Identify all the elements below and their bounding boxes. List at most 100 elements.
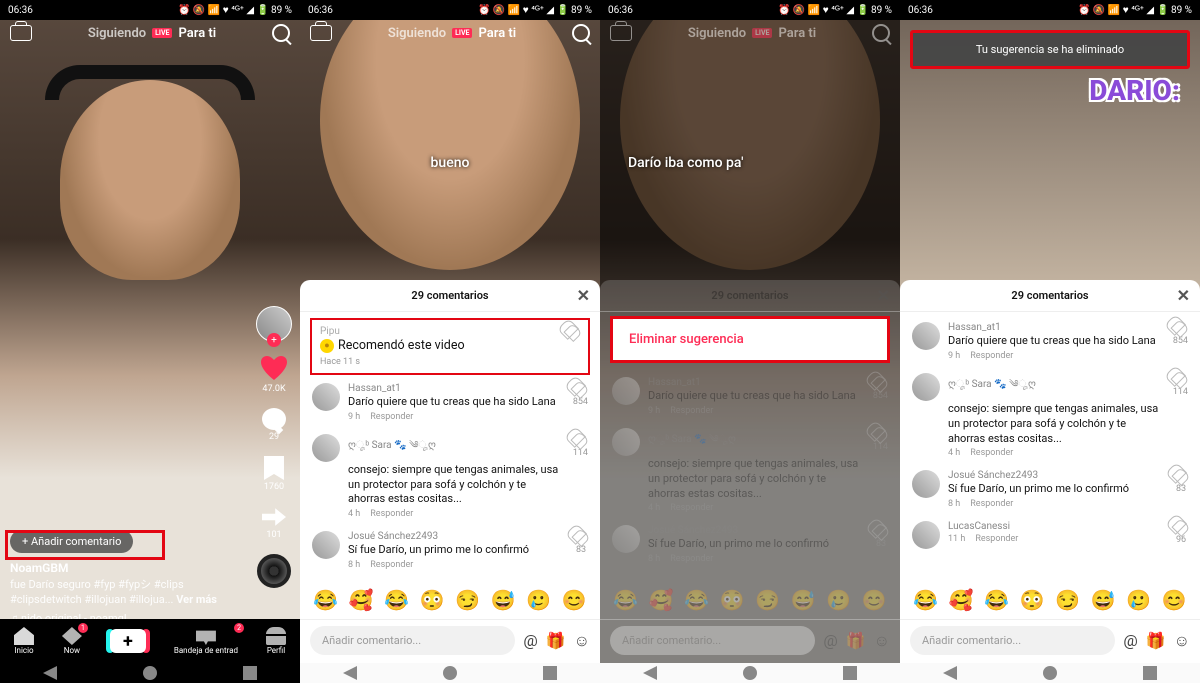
reply-button[interactable]: Responder: [970, 499, 1013, 509]
emoji-button[interactable]: 😂: [313, 588, 338, 612]
comment-item[interactable]: ღೄᵇ Sara 🐾 ༄ೄღ consejo: siempre que teng…: [600, 422, 900, 520]
search-icon[interactable]: [572, 24, 590, 42]
comment-user[interactable]: Hassan_at1: [948, 322, 1165, 333]
comment-avatar[interactable]: [612, 377, 640, 405]
author-avatar[interactable]: +: [256, 306, 292, 342]
comment-like[interactable]: 96: [1174, 521, 1188, 549]
nav-home[interactable]: Inicio: [14, 627, 34, 655]
tab-for-you[interactable]: Para ti: [178, 26, 216, 41]
emoji-button[interactable]: 🥰: [649, 588, 674, 612]
emoji-button[interactable]: 😊: [1162, 588, 1187, 612]
comment-user[interactable]: Josué Sánchez2493: [648, 525, 866, 536]
comment-avatar[interactable]: [612, 525, 640, 553]
emoji-button[interactable]: 😂: [913, 588, 938, 612]
reply-button[interactable]: Responder: [975, 534, 1018, 544]
comment-user[interactable]: Hassan_at1: [348, 383, 565, 394]
emoji-button[interactable]: 😅: [791, 588, 816, 612]
nav-inbox[interactable]: Bandeja de entrad2: [174, 627, 238, 655]
comment-item[interactable]: LucasCanessi 11 hResponder 96: [900, 515, 1200, 555]
emoji-button[interactable]: 😏: [455, 588, 480, 612]
nav-create[interactable]: +: [110, 629, 146, 653]
save-button[interactable]: 1760: [264, 456, 284, 492]
comment-avatar[interactable]: [312, 434, 340, 462]
emoji-button[interactable]: 😏: [755, 588, 780, 612]
emoji-icon[interactable]: ☺: [1174, 631, 1190, 651]
emoji-button[interactable]: 🥰: [949, 588, 974, 612]
emoji-button[interactable]: 😅: [491, 588, 516, 612]
sys-home-icon[interactable]: [443, 666, 457, 680]
comment-avatar[interactable]: [912, 322, 940, 350]
comment-like[interactable]: 114: [1173, 373, 1188, 459]
suggestion-item[interactable]: Pipu ●Recomendó este video Hace 11 s: [310, 318, 590, 375]
emoji-button[interactable]: 🥲: [526, 588, 551, 612]
reply-button[interactable]: Responder: [970, 351, 1013, 361]
emoji-button[interactable]: 🥰: [349, 588, 374, 612]
comment-user[interactable]: Hassan_at1: [648, 377, 865, 388]
emoji-button[interactable]: 😳: [1020, 588, 1045, 612]
reply-button[interactable]: Responder: [670, 503, 713, 513]
comment-like[interactable]: 854: [573, 383, 588, 422]
comments-list[interactable]: Pipu ●Recomendó este video Hace 11 s Has…: [300, 312, 600, 581]
emoji-button[interactable]: 😊: [562, 588, 587, 612]
comment-user[interactable]: Josué Sánchez2493: [348, 531, 566, 542]
comment-avatar[interactable]: [312, 383, 340, 411]
comment-item[interactable]: Hassan_at1 Darío quiere que tu creas que…: [600, 371, 900, 422]
gift-icon[interactable]: 🎁: [1146, 631, 1166, 650]
sys-home-icon[interactable]: [143, 666, 157, 680]
comment-input[interactable]: Añadir comentario...: [310, 626, 515, 655]
comment-user[interactable]: LucasCanessi: [948, 521, 1166, 532]
emoji-button[interactable]: 🥲: [1126, 588, 1151, 612]
comment-avatar[interactable]: [912, 470, 940, 498]
emoji-button[interactable]: 😂: [613, 588, 638, 612]
gift-icon[interactable]: 🎁: [546, 631, 566, 650]
nav-profile[interactable]: Perfil: [266, 627, 286, 655]
comment-item[interactable]: Josué Sánchez2493 Sí fue Darío, un primo…: [300, 525, 600, 576]
comment-user[interactable]: ღೄᵇ Sara 🐾 ༄ೄღ: [348, 434, 565, 462]
sound-disc[interactable]: [257, 554, 291, 588]
search-icon[interactable]: [272, 24, 290, 42]
emoji-button[interactable]: 😳: [720, 588, 745, 612]
mention-icon[interactable]: @: [523, 631, 537, 650]
comment-avatar[interactable]: [612, 428, 640, 456]
tab-following[interactable]: Siguiendo: [88, 26, 146, 41]
like-button[interactable]: 47.0K: [261, 356, 287, 394]
sys-back-icon[interactable]: [343, 666, 357, 680]
emoji-button[interactable]: 🥲: [826, 588, 851, 612]
follow-plus-icon[interactable]: +: [267, 333, 281, 347]
comment-avatar[interactable]: [912, 373, 940, 401]
emoji-button[interactable]: 😂: [384, 588, 409, 612]
close-icon[interactable]: ✕: [577, 286, 590, 305]
comment-input[interactable]: Añadir comentario...: [910, 626, 1115, 655]
share-button[interactable]: 101: [262, 506, 286, 540]
emoji-button[interactable]: 😂: [684, 588, 709, 612]
delete-suggestion-button[interactable]: Eliminar sugerencia: [610, 316, 890, 363]
comment-item[interactable]: Hassan_at1 Darío quiere que tu creas que…: [300, 377, 600, 428]
comment-user[interactable]: ღೄᵇ Sara 🐾 ༄ೄღ: [948, 373, 1165, 401]
emoji-button[interactable]: 😊: [862, 588, 887, 612]
comment-user[interactable]: Josué Sánchez2493: [948, 470, 1166, 481]
comment-item[interactable]: Josué Sánchez2493 Sí fue Darío, un primo…: [900, 464, 1200, 515]
comments-list[interactable]: Hassan_at1 Darío quiere que tu creas que…: [900, 312, 1200, 581]
mention-icon[interactable]: @: [1123, 631, 1137, 650]
comment-user[interactable]: ღೄᵇ Sara 🐾 ༄ೄღ: [648, 428, 865, 456]
reply-button[interactable]: Responder: [370, 509, 413, 519]
emoji-button[interactable]: 😅: [1091, 588, 1116, 612]
reply-button[interactable]: Responder: [370, 560, 413, 570]
comments-button[interactable]: 29: [262, 408, 286, 442]
emoji-button[interactable]: 😂: [984, 588, 1009, 612]
comment-item[interactable]: Josué Sánchez2493 Sí fue Darío, un primo…: [600, 519, 900, 570]
sys-back-icon[interactable]: [43, 666, 57, 680]
video-description[interactable]: fue Darío seguro #fyp #fypシ #clips #clip…: [10, 578, 230, 608]
comment-like[interactable]: 114: [873, 428, 888, 514]
nav-now[interactable]: Now1: [62, 627, 82, 655]
comment-like[interactable]: 854: [873, 377, 888, 416]
live-icon[interactable]: [310, 25, 332, 41]
emoji-button[interactable]: 😏: [1055, 588, 1080, 612]
reply-button[interactable]: Responder: [370, 412, 413, 422]
comment-like[interactable]: [566, 326, 580, 367]
comment-like[interactable]: 83: [574, 531, 588, 570]
comment-avatar[interactable]: [912, 521, 940, 549]
comment-like[interactable]: 854: [1173, 322, 1188, 361]
comment-like[interactable]: 114: [573, 434, 588, 520]
comment-like[interactable]: 83: [1174, 470, 1188, 509]
